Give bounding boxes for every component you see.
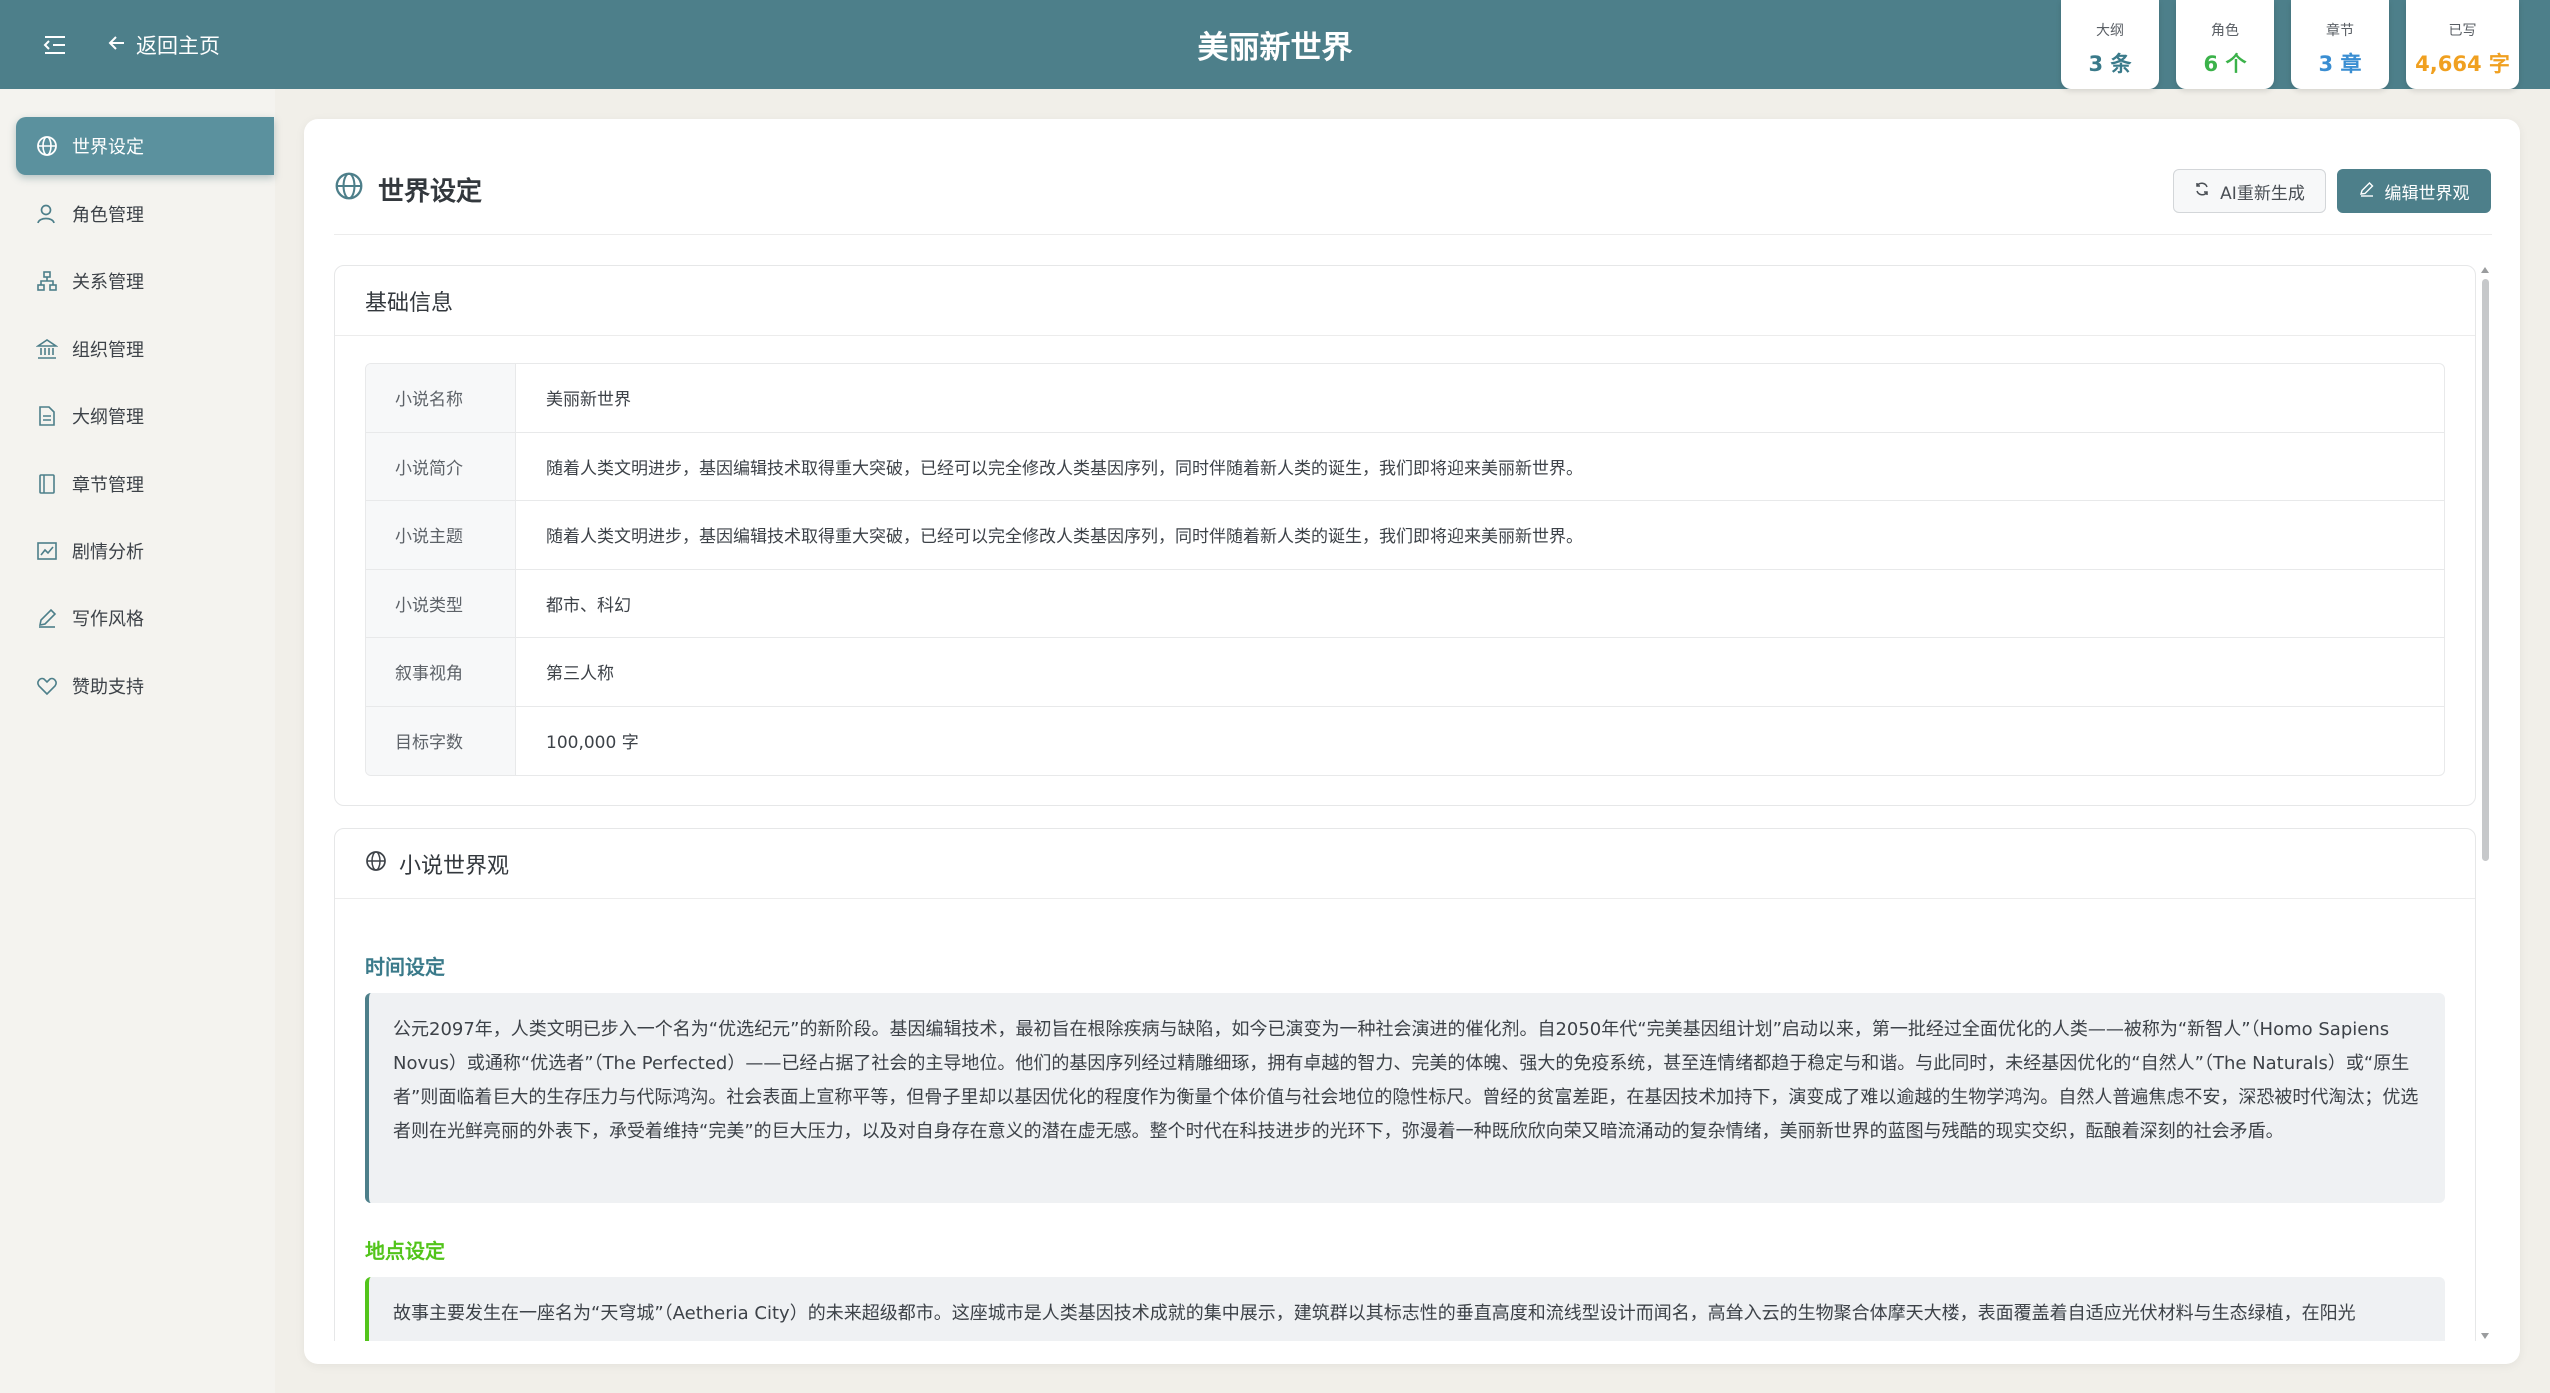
sidebar-item-chapters[interactable]: 章节管理 xyxy=(16,455,274,513)
sidebar-item-writing-style[interactable]: 写作风格 xyxy=(16,589,274,647)
info-key: 目标字数 xyxy=(366,706,516,775)
place-setting-heading: 地点设定 xyxy=(365,1239,445,1263)
info-value: 第三人称 xyxy=(546,664,614,685)
info-value: 随着人类文明进步，基因编辑技术取得重大突破，已经可以完全修改人类基因序列，同时伴… xyxy=(546,527,1583,548)
sidebar-item-label: 角色管理 xyxy=(72,205,144,226)
edit-icon xyxy=(2359,181,2375,202)
stat-label: 大纲 xyxy=(2096,23,2124,39)
sidebar-item-label: 关系管理 xyxy=(72,272,144,293)
stat-chapter-count: 章节 3 章 xyxy=(2291,0,2389,89)
worldview-section: 小说世界观 时间设定 公元2097年，人类文明已步入一个名为“优选纪元”的新阶段… xyxy=(334,828,2476,1341)
user-icon xyxy=(36,203,58,225)
stat-label: 已写 xyxy=(2448,23,2477,39)
sidebar-item-label: 写作风格 xyxy=(72,609,144,630)
info-row-target-words: 目标字数 100,000 字 xyxy=(366,706,2444,775)
info-key: 小说类型 xyxy=(366,569,516,637)
info-row-theme: 小说主题 随着人类文明进步，基因编辑技术取得重大突破，已经可以完全修改人类基因序… xyxy=(366,501,2444,570)
top-header: 返回主页 美丽新世界 大纲 3 条 角色 6 个 章节 3 章 已写 4,664… xyxy=(0,0,2550,89)
arrow-left-icon xyxy=(108,33,126,57)
time-setting-text: 公元2097年，人类文明已步入一个名为“优选纪元”的新阶段。基因编辑技术，最初旨… xyxy=(365,993,2445,1203)
globe-icon xyxy=(334,171,364,208)
ai-regenerate-button[interactable]: AI重新生成 xyxy=(2173,169,2326,213)
time-setting-heading: 时间设定 xyxy=(365,955,445,979)
pen-icon xyxy=(36,607,58,629)
stat-value: 3 章 xyxy=(2318,52,2362,76)
sidebar-item-label: 章节管理 xyxy=(72,475,144,496)
section-title: 小说世界观 xyxy=(399,853,510,879)
section-header: 基础信息 xyxy=(335,266,2475,336)
section-header: 小说世界观 xyxy=(335,829,2475,899)
bank-icon xyxy=(36,338,58,360)
heart-icon xyxy=(36,675,58,697)
file-icon xyxy=(36,405,58,427)
scrollbar-thumb[interactable] xyxy=(2482,279,2489,861)
sync-icon xyxy=(2194,181,2210,202)
info-key: 小说名称 xyxy=(366,364,516,432)
sidebar-item-label: 世界设定 xyxy=(72,137,144,158)
globe-icon xyxy=(365,850,387,878)
edit-worldview-button[interactable]: 编辑世界观 xyxy=(2337,169,2491,213)
stat-value: 6 个 xyxy=(2203,52,2247,76)
stat-character-count: 角色 6 个 xyxy=(2176,0,2274,89)
info-key: 小说主题 xyxy=(366,501,516,569)
back-home-button[interactable]: 返回主页 xyxy=(108,26,220,64)
sidebar-item-sponsor[interactable]: 赞助支持 xyxy=(16,657,274,715)
place-setting-text: 故事主要发生在一座名为“天穹城”（Aetheria City）的未来超级都市。这… xyxy=(365,1277,2445,1341)
sidebar-item-world[interactable]: 世界设定 xyxy=(16,117,274,175)
page-title: 世界设定 xyxy=(334,171,482,208)
sidebar-item-organizations[interactable]: 组织管理 xyxy=(16,320,274,378)
edit-worldview-label: 编辑世界观 xyxy=(2384,183,2470,204)
sidebar-item-plot-analysis[interactable]: 剧情分析 xyxy=(16,522,274,580)
sidebar-item-label: 组织管理 xyxy=(72,340,144,361)
globe-icon xyxy=(36,135,58,157)
info-value: 都市、科幻 xyxy=(546,595,631,616)
book-icon xyxy=(36,473,58,495)
novel-title: 美丽新世界 xyxy=(1197,30,1353,66)
basic-info-section: 基础信息 小说名称 美丽新世界 小说简介 随着人类文明进步，基因编辑技术取得重大… xyxy=(334,265,2476,806)
relation-icon xyxy=(36,270,58,292)
info-row-genre: 小说类型 都市、科幻 xyxy=(366,569,2444,638)
info-table: 小说名称 美丽新世界 小说简介 随着人类文明进步，基因编辑技术取得重大突破，已经… xyxy=(365,363,2445,776)
info-value: 100,000 字 xyxy=(546,733,639,754)
sidebar-item-outline[interactable]: 大纲管理 xyxy=(16,387,274,445)
info-row-summary: 小说简介 随着人类文明进步，基因编辑技术取得重大突破，已经可以完全修改人类基因序… xyxy=(366,432,2444,501)
info-value: 随着人类文明进步，基因编辑技术取得重大突破，已经可以完全修改人类基因序列，同时伴… xyxy=(546,458,1583,479)
stat-label: 章节 xyxy=(2326,23,2354,39)
info-key: 叙事视角 xyxy=(366,638,516,706)
back-home-label: 返回主页 xyxy=(136,34,220,58)
sidebar-item-characters[interactable]: 角色管理 xyxy=(16,185,274,243)
menu-fold-icon[interactable] xyxy=(40,30,70,60)
sidebar-item-label: 剧情分析 xyxy=(72,542,144,563)
stat-value: 3 条 xyxy=(2088,52,2132,76)
sidebar-item-relations[interactable]: 关系管理 xyxy=(16,252,274,310)
main-content: 世界设定 AI重新生成 编辑世界观 基础信息 小说名称 美丽新世界 小说简介 随… xyxy=(304,119,2520,1364)
info-row-name: 小说名称 美丽新世界 xyxy=(366,364,2444,433)
title-divider xyxy=(334,234,2492,235)
page-title-text: 世界设定 xyxy=(378,177,483,207)
info-key: 小说简介 xyxy=(366,432,516,500)
info-row-perspective: 叙事视角 第三人称 xyxy=(366,638,2444,707)
content-scroll-area[interactable]: 基础信息 小说名称 美丽新世界 小说简介 随着人类文明进步，基因编辑技术取得重大… xyxy=(334,265,2484,1341)
sidebar-item-label: 大纲管理 xyxy=(72,407,144,428)
ai-regenerate-label: AI重新生成 xyxy=(2220,183,2305,204)
chart-icon xyxy=(36,540,58,562)
sidebar-item-label: 赞助支持 xyxy=(72,677,144,698)
stat-word-count: 已写 4,664 字 xyxy=(2406,0,2519,89)
stat-label: 角色 xyxy=(2211,23,2239,39)
stat-value: 4,664 字 xyxy=(2415,52,2510,76)
info-value: 美丽新世界 xyxy=(546,390,631,411)
section-title: 基础信息 xyxy=(365,290,454,316)
sidebar: 世界设定 角色管理 关系管理 组织管理 大纲管理 章节管理 剧情分析 写作风格 … xyxy=(0,89,275,1393)
stat-outline-count: 大纲 3 条 xyxy=(2061,0,2159,89)
